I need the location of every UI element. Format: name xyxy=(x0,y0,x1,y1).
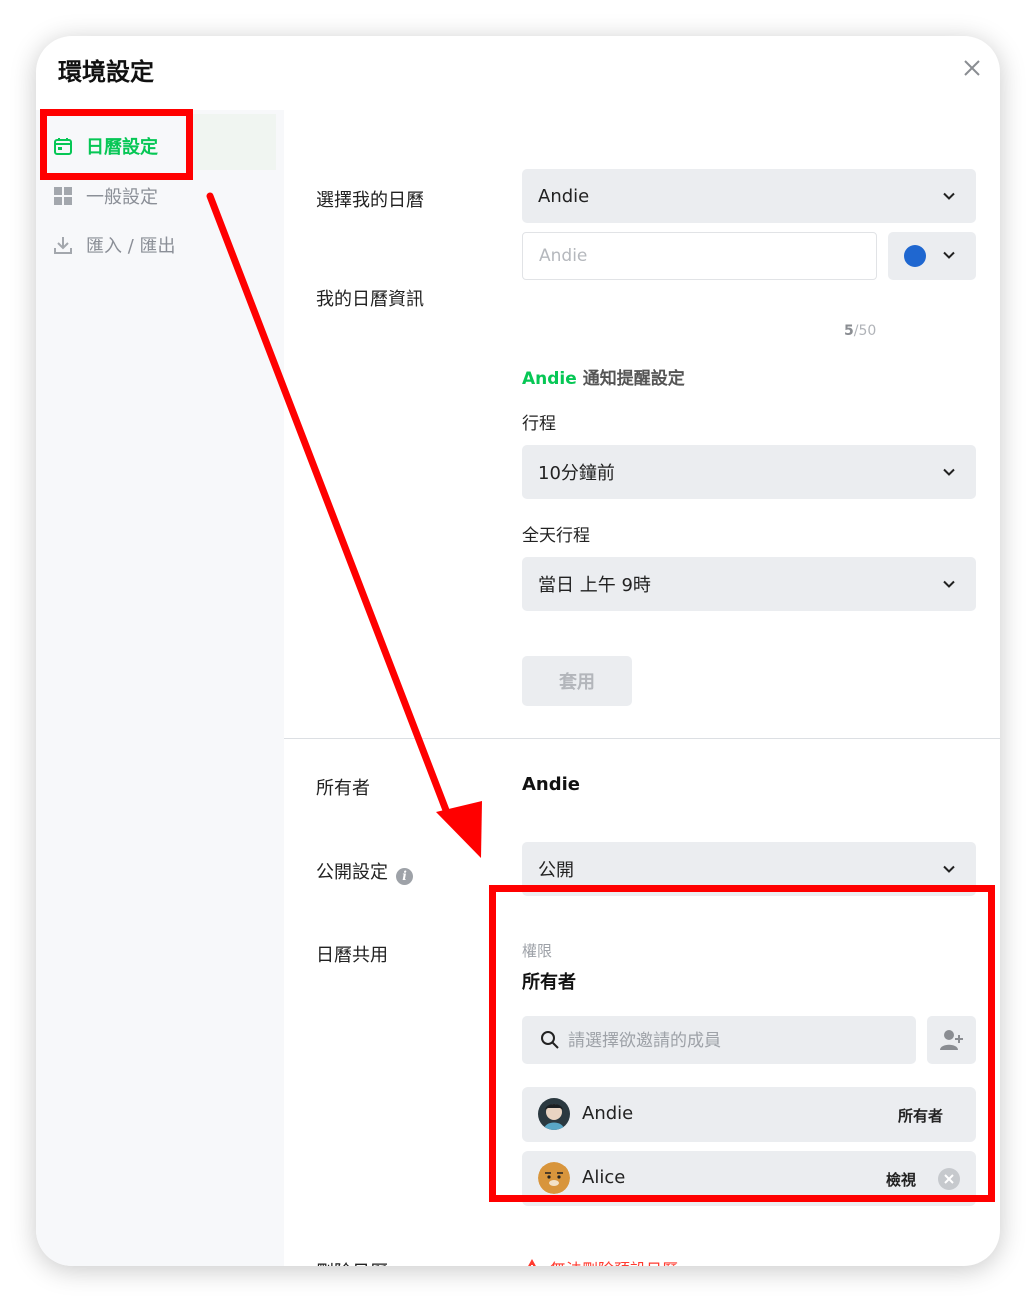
sidebar-item-label: 一般設定 xyxy=(86,187,158,208)
character-counter: 5/50 xyxy=(844,323,876,339)
sidebar-item-calendar-settings[interactable]: 日曆設定 xyxy=(52,124,158,168)
delete-warning-text: 無法刪除預設日曆 xyxy=(550,1256,678,1266)
settings-content: 選擇我的日曆 Andie 我的日曆資訊 5/50 Andie 通知提醒設定 行程… xyxy=(284,110,1000,1266)
calendar-select[interactable]: Andie xyxy=(522,169,976,223)
public-setting-text: 公開設定 xyxy=(316,862,388,883)
chevron-down-icon xyxy=(943,251,955,259)
section-divider xyxy=(284,738,1000,739)
add-member-button[interactable] xyxy=(927,1016,976,1064)
calendar-name-input[interactable] xyxy=(522,232,877,280)
allday-reminder-select[interactable]: 當日 上午 9時 xyxy=(522,557,976,611)
avatar xyxy=(538,1162,570,1194)
public-setting-value: 公開 xyxy=(538,860,574,881)
calendar-select-value: Andie xyxy=(538,185,590,207)
member-row: Alice 檢視 xyxy=(522,1151,976,1206)
remove-member-icon[interactable] xyxy=(938,1168,960,1190)
settings-modal: 環境設定 日曆設定 一般設定 匯入 / 匯出 選擇我的日曆 Andie 我的日曆… xyxy=(36,36,1000,1266)
counter-current: 5 xyxy=(844,323,854,339)
public-setting-label: 公開設定 i xyxy=(316,858,413,885)
add-user-icon xyxy=(940,1030,963,1050)
chevron-down-icon xyxy=(943,580,955,588)
grid-icon xyxy=(52,185,74,207)
event-reminder-select[interactable]: 10分鐘前 xyxy=(522,445,976,499)
allday-reminder-label: 全天行程 xyxy=(522,526,590,546)
delete-calendar-label: 刪除日曆 xyxy=(316,1258,388,1266)
info-icon[interactable]: i xyxy=(396,868,413,885)
chevron-down-icon xyxy=(943,192,955,200)
sidebar-item-general-settings[interactable]: 一般設定 xyxy=(52,174,158,218)
notification-title: 通知提醒設定 xyxy=(576,369,685,389)
select-calendar-label: 選擇我的日曆 xyxy=(316,190,424,211)
apply-button[interactable]: 套用 xyxy=(522,656,632,706)
color-select[interactable] xyxy=(888,232,976,280)
permission-caption: 權限 xyxy=(522,942,553,960)
owner-value: Andie xyxy=(522,774,581,795)
sidebar-item-label: 匯入 / 匯出 xyxy=(86,236,176,257)
color-swatch xyxy=(904,245,926,267)
download-icon xyxy=(52,234,74,256)
event-reminder-value: 10分鐘前 xyxy=(538,463,615,484)
sidebar: 日曆設定 一般設定 匯入 / 匯出 xyxy=(36,110,284,1266)
active-item-highlight xyxy=(186,114,276,170)
member-role[interactable]: 檢視 xyxy=(886,1169,916,1190)
member-search-input[interactable] xyxy=(566,1016,910,1066)
warning-icon xyxy=(528,1259,536,1266)
member-role: 所有者 xyxy=(898,1107,944,1125)
calendar-sharing-label: 日曆共用 xyxy=(316,945,388,966)
sidebar-item-import-export[interactable]: 匯入 / 匯出 xyxy=(52,223,176,267)
public-setting-select[interactable]: 公開 xyxy=(522,842,976,896)
permission-value: 所有者 xyxy=(522,972,576,993)
allday-reminder-value: 當日 上午 9時 xyxy=(538,575,651,596)
delete-warning: 無法刪除預設日曆 xyxy=(522,1256,678,1266)
notification-calendar-name: Andie xyxy=(522,369,577,389)
counter-max: /50 xyxy=(853,323,877,339)
member-row: Andie 所有者 xyxy=(522,1087,976,1142)
calendar-icon xyxy=(52,135,74,157)
modal-title: 環境設定 xyxy=(58,58,154,86)
calendar-info-label: 我的日曆資訊 xyxy=(316,289,424,310)
member-name: Alice xyxy=(582,1167,626,1188)
search-icon xyxy=(541,1031,559,1049)
owner-label: 所有者 xyxy=(316,778,370,799)
chevron-down-icon xyxy=(943,468,955,476)
avatar xyxy=(538,1098,570,1130)
event-reminder-label: 行程 xyxy=(522,414,556,434)
notification-settings-heading: Andie 通知提醒設定 xyxy=(522,364,685,389)
close-icon[interactable] xyxy=(960,56,984,80)
chevron-down-icon xyxy=(943,865,955,873)
sidebar-item-label: 日曆設定 xyxy=(86,137,158,158)
member-name: Andie xyxy=(582,1103,634,1124)
member-search[interactable] xyxy=(522,1016,916,1066)
